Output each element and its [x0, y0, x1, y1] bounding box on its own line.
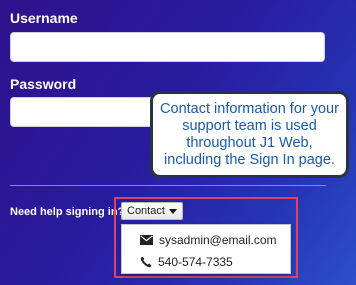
- phone-icon: [140, 256, 152, 268]
- contact-button-label: Contact: [127, 205, 165, 217]
- contact-phone-item[interactable]: 540-574-7335: [140, 255, 233, 269]
- password-label: Password: [10, 76, 77, 92]
- help-prompt: Need help signing in?: [10, 206, 125, 218]
- username-input[interactable]: [10, 32, 325, 62]
- info-callout: Contact information for your support tea…: [150, 91, 349, 178]
- contact-email-text: sysadmin@email.com: [159, 233, 277, 247]
- envelope-icon: [140, 235, 153, 245]
- callout-text: Contact information for your support tea…: [160, 100, 339, 168]
- contact-dropdown: sysadmin@email.com 540-574-7335: [121, 224, 291, 274]
- username-label: Username: [10, 10, 78, 26]
- contact-phone-text: 540-574-7335: [158, 255, 233, 269]
- contact-button[interactable]: Contact: [121, 202, 183, 220]
- divider: [10, 185, 326, 186]
- caret-down-icon: [168, 208, 177, 214]
- contact-email-item[interactable]: sysadmin@email.com: [140, 233, 277, 247]
